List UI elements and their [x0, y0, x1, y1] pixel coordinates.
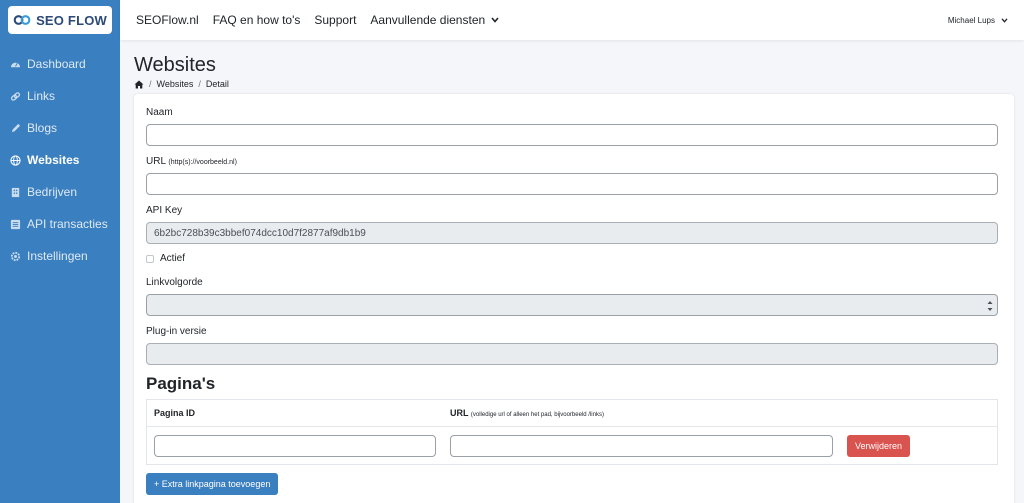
brand: SEO FLOW [0, 0, 120, 40]
breadcrumb: / Websites / Detail [134, 79, 1010, 89]
nav-link-support[interactable]: Support [314, 13, 356, 27]
active-checkbox-row: Actief [146, 253, 185, 264]
sidebar-nav: Dashboard Links Blogs Websites Bedrijven [0, 40, 120, 272]
chevron-down-icon [1001, 17, 1008, 23]
api-key-input[interactable] [146, 222, 998, 244]
globe-icon [10, 154, 21, 166]
chevron-down-icon [491, 17, 499, 23]
dropdown-label: Aanvullende diensten [370, 13, 486, 27]
sidebar-item-blogs[interactable]: Blogs [0, 112, 120, 144]
gear-icon [10, 251, 21, 262]
building-icon [10, 187, 21, 198]
sidebar-item-api-transacties[interactable]: API transacties [0, 208, 120, 240]
breadcrumb-item-websites[interactable]: Websites [157, 79, 194, 89]
top-nav-links: SEOFlow.nl FAQ en how to's Support Aanvu… [136, 13, 513, 27]
transactions-icon [10, 219, 21, 230]
dashboard-icon [10, 59, 21, 70]
user-menu[interactable]: Michael Lups [948, 0, 1008, 40]
plugin-version-input[interactable] [146, 343, 998, 365]
sidebar-item-label: Dashboard [27, 57, 86, 71]
pages-table-header: Pagina ID URL (volledige url of alleen h… [147, 400, 997, 427]
plugin-version-label: Plug-in versie [146, 326, 207, 337]
sidebar-item-instellingen[interactable]: Instellingen [0, 240, 120, 272]
sidebar-item-websites[interactable]: Websites [0, 144, 120, 176]
name-input[interactable] [146, 124, 998, 146]
user-name: Michael Lups [947, 15, 995, 25]
sidebar-item-label: Links [27, 89, 56, 103]
active-label: Actief [160, 253, 186, 264]
top-navbar: SEOFlow.nl FAQ en how to's Support Aanvu… [120, 0, 1024, 40]
link-order-select[interactable] [146, 294, 998, 316]
main-content: Websites / Websites / Detail Naam URL (h… [120, 40, 1024, 503]
url-column-hint: (volledige url of alleen het pad, bijvoo… [470, 412, 604, 418]
logo[interactable]: SEO FLOW [8, 6, 112, 34]
table-row: Verwijderen [147, 427, 997, 464]
nav-link-faq[interactable]: FAQ en how to's [213, 13, 301, 27]
url-label: URL (http(s)://voorbeeld.nl) [146, 156, 237, 168]
sidebar-item-label: Blogs [27, 121, 58, 135]
logo-text: SEO FLOW [36, 12, 107, 28]
link-order-label: Linkvolgorde [146, 277, 203, 288]
nav-dropdown-aanvullende-diensten[interactable]: Aanvullende diensten [370, 13, 499, 27]
link-icon [10, 91, 21, 102]
remove-page-button[interactable]: Verwijderen [847, 434, 911, 457]
page-title: Websites [134, 54, 216, 76]
website-form-card: Naam URL (http(s)://voorbeeld.nl) API Ke… [134, 94, 1014, 503]
active-checkbox[interactable] [146, 254, 154, 263]
page-url-input[interactable] [450, 434, 833, 457]
sidebar-item-links[interactable]: Links [0, 80, 120, 112]
breadcrumb-separator: / [198, 79, 201, 89]
sidebar: SEO FLOW Dashboard Links Blogs Websites … [0, 0, 120, 503]
breadcrumb-separator: / [149, 79, 152, 89]
sidebar-item-dashboard[interactable]: Dashboard [0, 48, 120, 80]
sidebar-item-label: Instellingen [27, 249, 88, 263]
blog-icon [10, 123, 21, 134]
home-icon[interactable] [134, 80, 144, 89]
nav-link-seoflow[interactable]: SEOFlow.nl [136, 13, 199, 27]
pages-section-title: Pagina's [146, 374, 216, 393]
breadcrumb-item-detail: Detail [205, 79, 229, 89]
url-label-text: URL [146, 156, 166, 167]
add-link-page-button[interactable]: + Extra linkpagina toevoegen [146, 473, 279, 495]
name-label: Naam [146, 107, 173, 118]
sidebar-item-label: Bedrijven [27, 185, 78, 199]
infinity-logo-icon [13, 15, 31, 25]
column-header-url: URL (volledige url of alleen het pad, bi… [443, 408, 604, 418]
api-key-label: API Key [146, 205, 183, 216]
sidebar-item-label: API transacties [27, 217, 108, 231]
column-header-page-id: Pagina ID [154, 408, 196, 418]
url-hint: (http(s)://voorbeeld.nl) [168, 159, 237, 166]
url-input[interactable] [146, 173, 998, 195]
column-header-url-text: URL [450, 408, 469, 418]
page-id-input[interactable] [154, 434, 436, 457]
pages-table: Pagina ID URL (volledige url of alleen h… [146, 399, 998, 465]
select-arrows-icon [987, 301, 993, 311]
sidebar-item-bedrijven[interactable]: Bedrijven [0, 176, 120, 208]
sidebar-item-label: Websites [27, 153, 80, 167]
